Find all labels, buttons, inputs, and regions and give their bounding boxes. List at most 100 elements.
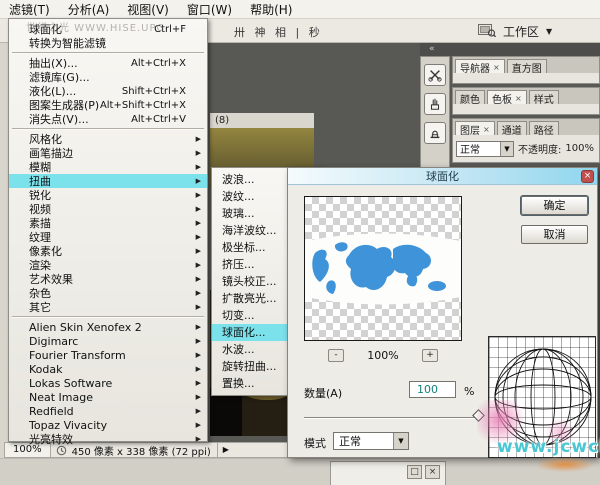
filter-menu-item[interactable]: 转换为智能滤镜	[9, 36, 207, 50]
filter-menu-item[interactable]: Alien Skin Xenofex 2▶	[9, 320, 207, 334]
menu-item-meta: ▶	[186, 435, 201, 443]
menu-item-label: 风格化	[29, 132, 62, 146]
panel-icon-dock	[420, 56, 450, 170]
menubar-item-1[interactable]: 滤镜(T)	[0, 1, 59, 18]
blend-mode-select[interactable]: 正常 ▼	[456, 141, 514, 157]
stamp-icon[interactable]	[424, 122, 446, 144]
panel-dock-collapse-bar[interactable]: «	[420, 43, 600, 56]
filter-menu-item[interactable]: 渲染 ▶	[9, 258, 207, 272]
menubar-item-3[interactable]: 视图(V)	[118, 1, 178, 18]
panel-tab[interactable]: 颜色	[455, 90, 485, 104]
menu-item-meta: ▶	[186, 393, 201, 401]
menu-item-label: 消失点(V)...	[29, 112, 89, 126]
filter-menu-item[interactable]: Kodak▶	[9, 362, 207, 376]
menu-item-label: 艺术效果	[29, 272, 73, 286]
filter-menu-item[interactable]: 扭曲▶	[9, 174, 207, 188]
filter-menu-item[interactable]: 模糊▶	[9, 160, 207, 174]
filter-menu-item[interactable]: Lokas Software▶	[9, 376, 207, 390]
filter-menu-item[interactable]: 滤镜库(G)...	[9, 70, 207, 84]
close-icon[interactable]: ×	[581, 170, 594, 183]
close-icon[interactable]: ×	[483, 125, 490, 134]
submenu-arrow-icon: ▶	[191, 337, 201, 345]
panel-tab[interactable]: 直方图	[507, 59, 547, 73]
menubar-item-5[interactable]: 帮助(H)	[241, 1, 301, 18]
amount-input[interactable]: 100	[409, 381, 456, 398]
brush-cup-icon[interactable]	[424, 93, 446, 115]
preview-zoom-level: 100%	[350, 349, 416, 362]
restore-window-icon[interactable]: □	[407, 465, 422, 479]
menu-item-label: 滤镜库(G)...	[29, 70, 90, 84]
filter-menu-item[interactable]: Redfield▶	[9, 404, 207, 418]
filter-menu-item[interactable]: Fourier Transform▶	[9, 348, 207, 362]
submenu-arrow-icon: ▶	[191, 233, 201, 241]
watermark-text-top: 世纪之光 WWW.HISE.UPG	[26, 19, 165, 34]
dialog-title-bar[interactable]: 球面化 ×	[288, 168, 597, 185]
filter-menu-item[interactable]: Neat Image▶	[9, 390, 207, 404]
filter-menu-item[interactable]: 视频▶	[9, 202, 207, 216]
filter-menu-item[interactable]: 锐化▶	[9, 188, 207, 202]
menu-item-meta: Alt+Shift+Ctrl+X	[100, 100, 201, 111]
panel-tab[interactable]: 色板×	[487, 90, 527, 104]
menu-item-label: Digimarc	[29, 335, 78, 348]
panel-tab[interactable]: 样式	[529, 90, 559, 104]
world-map-preview	[305, 231, 461, 307]
scissors-icon[interactable]	[424, 64, 446, 86]
panel-tab[interactable]: 图层×	[455, 121, 495, 135]
menubar-item-4[interactable]: 窗口(W)	[178, 1, 241, 18]
menu-item-meta: ▶	[186, 303, 201, 311]
preview-zoom-out-button[interactable]: -	[328, 349, 344, 362]
blend-mode-value: 正常	[460, 141, 480, 156]
menu-item-label: 转换为智能滤镜	[29, 36, 106, 50]
panel-group-color: 颜色色板×样式	[452, 87, 600, 115]
filter-menu-item[interactable]: 素描▶	[9, 216, 207, 230]
menu-item-label: 抽出(X)...	[29, 56, 78, 70]
filter-menu-item[interactable]: 液化(L)...Shift+Ctrl+X	[9, 84, 207, 98]
filter-menu-item[interactable]: Digimarc ▶	[9, 334, 207, 348]
close-icon[interactable]: ×	[493, 63, 500, 72]
filter-menu-item[interactable]: Topaz Vivacity▶	[9, 418, 207, 432]
filter-preview[interactable]	[304, 196, 462, 341]
preview-zoom-in-button[interactable]: +	[422, 349, 438, 362]
filter-menu-item[interactable]: 风格化 ▶	[9, 132, 207, 146]
panel-tab[interactable]: 导航器×	[455, 59, 505, 73]
submenu-arrow-icon: ▶	[191, 135, 201, 143]
submenu-arrow-icon: ▶	[191, 275, 201, 283]
menu-item-meta: ▶	[186, 261, 201, 269]
filter-menu-item[interactable]: 画笔描边▶	[9, 146, 207, 160]
menu-item-label: 渲染	[29, 258, 51, 272]
menu-item-meta: ▶	[186, 191, 201, 199]
filter-menu-item[interactable]: 抽出(X)...Alt+Ctrl+X	[9, 56, 207, 70]
filter-menu-item[interactable]: 光亮特效▶	[9, 432, 207, 446]
background-window-fragment: □ ×	[330, 461, 446, 485]
menu-item-meta: ▶	[186, 163, 201, 171]
menu-item-label: 液化(L)...	[29, 84, 76, 98]
mode-select[interactable]: 正常 ▼	[333, 432, 409, 450]
menu-item-shortcut: Alt+Shift+Ctrl+X	[100, 100, 186, 111]
amount-slider-track[interactable]	[304, 417, 483, 419]
cancel-button[interactable]: 取消	[521, 225, 588, 244]
filter-menu-item[interactable]: 其它▶	[9, 300, 207, 314]
filter-menu-item[interactable]: 图案生成器(P)...Alt+Shift+Ctrl+X	[9, 98, 207, 112]
close-icon[interactable]: ×	[515, 94, 522, 103]
menu-item-label: Topaz Vivacity	[29, 419, 107, 432]
menu-item-label: 像素化	[29, 244, 62, 258]
status-expand-button[interactable]: ▶	[217, 443, 234, 457]
menu-item-shortcut: Alt+Ctrl+V	[131, 114, 186, 125]
submenu-arrow-icon: ▶	[191, 177, 201, 185]
filter-menu-item[interactable]: 像素化 ▶	[9, 244, 207, 258]
workspace-switcher-button[interactable]: 工作区 ▼	[478, 23, 552, 40]
percent-label: %	[464, 385, 474, 398]
filter-menu-item[interactable]: 杂色▶	[9, 286, 207, 300]
submenu-arrow-icon: ▶	[191, 191, 201, 199]
menubar-item-2[interactable]: 分析(A)	[59, 1, 119, 18]
close-window-icon[interactable]: ×	[425, 465, 440, 479]
opacity-value[interactable]: 100%	[565, 143, 594, 154]
filter-menu-item[interactable]: 纹理▶	[9, 230, 207, 244]
submenu-arrow-icon: ▶	[191, 247, 201, 255]
filter-menu-item[interactable]: 消失点(V)... Alt+Ctrl+V	[9, 112, 207, 126]
ok-button[interactable]: 确定	[521, 196, 588, 215]
filter-menu-item[interactable]: 艺术效果 ▶	[9, 272, 207, 286]
submenu-arrow-icon: ▶	[191, 351, 201, 359]
panel-tab[interactable]: 路径	[529, 121, 559, 135]
panel-tab[interactable]: 通道	[497, 121, 527, 135]
